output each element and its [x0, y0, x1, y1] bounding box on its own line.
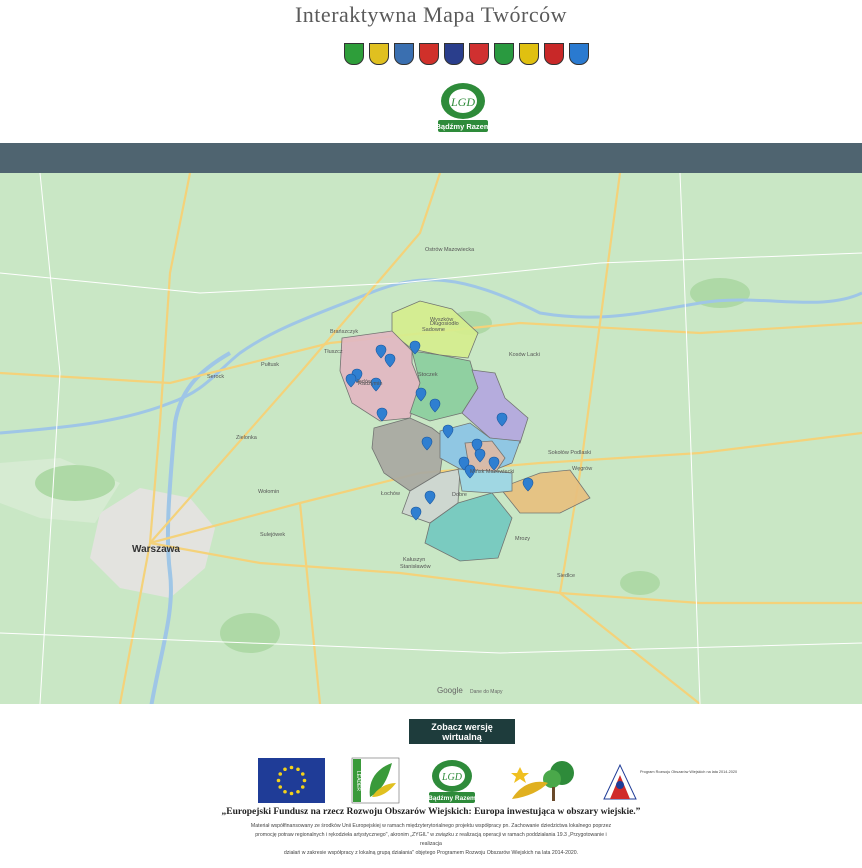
map-town-label: Kałuszyn [403, 557, 425, 563]
map-town-label: Serock [207, 374, 224, 380]
leader-logo-text: LEADER [355, 771, 361, 791]
disclaimer-line: działań w zakresie współpracy z lokalną … [283, 850, 579, 856]
disclaimer: Materiał współfinansowany ze środków Uni… [250, 822, 612, 858]
eu-star-icon [289, 791, 294, 796]
municipality-crests [344, 43, 589, 65]
municipality-crest-icon[interactable] [469, 43, 489, 65]
map-attribution-note: Dane do Mapy [470, 689, 503, 695]
eu-star-icon [278, 772, 283, 776]
map-town-label: Sadowne [422, 327, 445, 333]
eu-star-icon [302, 778, 307, 783]
municipality-crest-icon[interactable] [419, 43, 439, 65]
map-town-label: Mrozy [515, 536, 530, 542]
map-town-label: Dobre [452, 492, 467, 498]
map-town-label: Pułtusk [261, 362, 279, 368]
eu-star-icon [300, 785, 305, 789]
municipality-crest-icon[interactable] [544, 43, 564, 65]
map-town-label: Stoczek [418, 372, 438, 378]
map-town-label: Jadów [356, 379, 372, 385]
map-town-label: Brańszczyk [330, 329, 358, 335]
local-group-logo [511, 761, 574, 801]
map-town-label: Łochów [381, 491, 400, 497]
eu-star-icon [300, 772, 305, 776]
lgd-logo-caption: Bądźmy Razem [436, 122, 490, 131]
eu-slogan: „Europejski Fundusz na rzecz Rozwoju Obs… [221, 807, 641, 817]
leader-logo: LEADER [351, 757, 400, 804]
map-town-label: Stanisławów [400, 564, 431, 570]
interactive-map[interactable]: Warszawa Siedlce Sokołów Podlaski Wyszków Os… [0, 173, 862, 704]
footer-section: Zobacz wersję wirtualną LEADER LGD Bądźm… [0, 704, 862, 868]
map-town-label: Tłuszcz [324, 349, 343, 355]
map-town-label: Sulejówek [260, 532, 285, 538]
lgd-footer-logo-caption: Bądźmy Razem [428, 795, 476, 802]
svg-text:LGD: LGD [441, 772, 463, 783]
prow-logo: Program Rozwoju Obszarów Wiejskich na la… [603, 763, 737, 800]
disclaimer-line: Materiał współfinansowany ze środków Uni… [250, 823, 612, 829]
map-town-label: Węgrów [572, 466, 592, 472]
map-town-label: Sokołów Podlaski [548, 450, 591, 456]
funding-logos: LEADER LGD Bądźmy Razem Program Rozwoju … [0, 757, 862, 805]
svg-text:LGD: LGD [450, 95, 475, 109]
municipality-crest-icon[interactable] [494, 43, 514, 65]
map-town-label: Mińsk Mazowiecki [470, 469, 514, 475]
map-town-label: Wołomin [258, 489, 279, 495]
eu-star-icon [283, 767, 287, 772]
lgd-logo[interactable]: LGD Bądźmy Razem [436, 82, 490, 134]
prow-logo-caption: Program Rozwoju Obszarów Wiejskich na la… [640, 770, 737, 774]
lgd-footer-logo: LGD Bądźmy Razem [428, 760, 476, 803]
municipality-crest-icon[interactable] [369, 43, 389, 65]
page-title: Interaktywna Mapa Twórców [294, 2, 568, 27]
municipality-crest-icon[interactable] [519, 43, 539, 65]
map-town-label: Zielonka [236, 435, 258, 441]
map-town-label: Kosów Lacki [509, 352, 540, 358]
municipality-crest-icon[interactable] [394, 43, 414, 65]
eu-star-icon [276, 778, 281, 783]
view-virtual-button[interactable]: Zobacz wersję wirtualną [409, 719, 515, 744]
map-attribution: Google [437, 686, 463, 695]
municipality-crest-icon[interactable] [344, 43, 364, 65]
map-town-label: Warszawa [132, 544, 180, 555]
page-header: Interaktywna Mapa Twórców LGD Bądźmy Raz… [0, 0, 862, 143]
eu-star-icon [289, 765, 294, 770]
map-town-label: Siedlce [557, 573, 575, 579]
disclaimer-line: promocję potraw regionalnych i rękodzieł… [255, 832, 607, 847]
map-town-label: Ostrów Mazowiecka [425, 247, 475, 253]
eu-star-icon [296, 789, 300, 794]
eu-flag-logo [258, 758, 325, 803]
eu-star-icon [296, 767, 300, 772]
eu-star-icon [278, 785, 283, 789]
municipality-crest-icon[interactable] [444, 43, 464, 65]
municipality-crest-icon[interactable] [569, 43, 589, 65]
top-divider-bar [0, 143, 862, 173]
eu-star-icon [283, 789, 287, 794]
